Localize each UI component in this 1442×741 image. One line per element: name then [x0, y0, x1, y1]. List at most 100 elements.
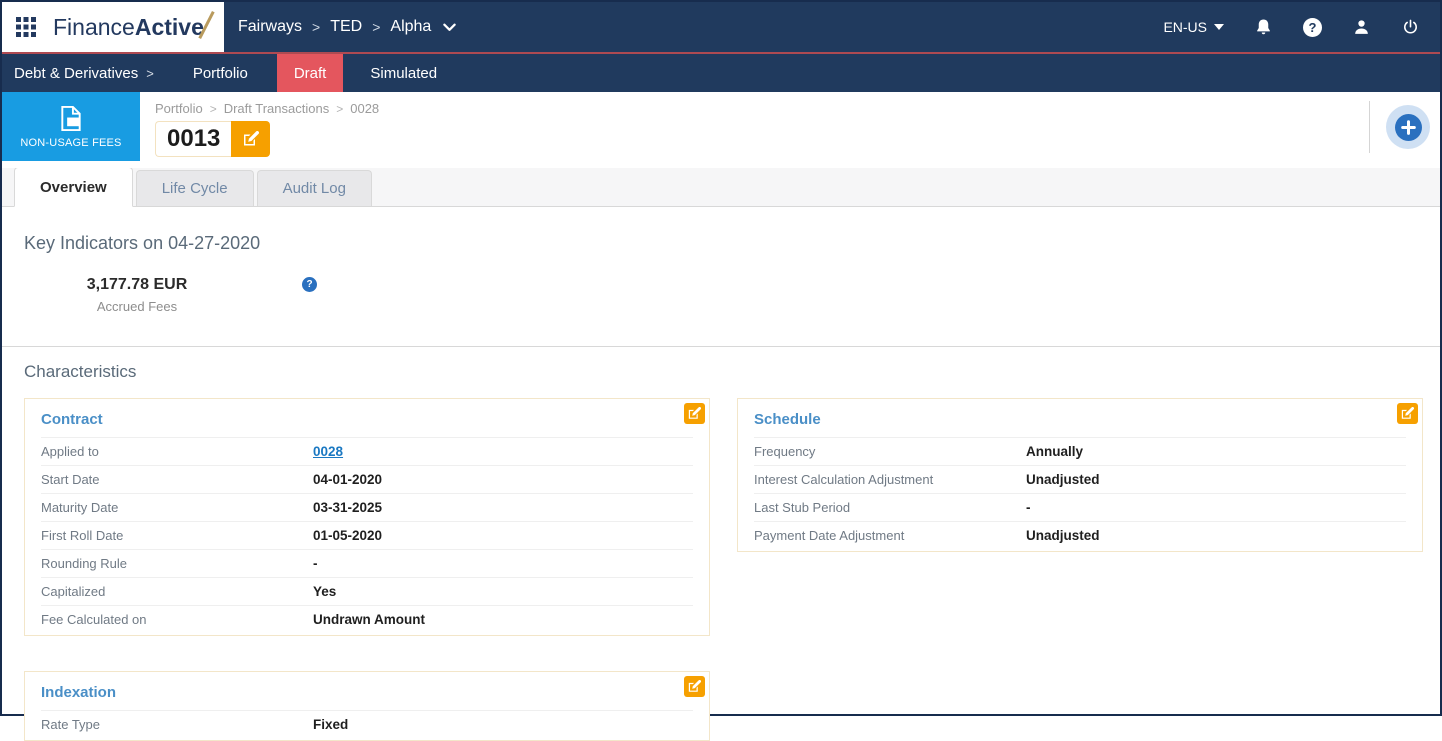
page-header-main: Portfolio > Draft Transactions > 0028 00… — [155, 92, 1440, 157]
key-indicators-row: 3,177.78 EUR Accrued Fees ? — [24, 276, 1418, 314]
vertical-divider — [1369, 101, 1370, 153]
chevron-down-icon[interactable] — [443, 23, 457, 32]
breadcrumb-separator: > — [312, 19, 321, 35]
row-value: - — [313, 556, 318, 571]
table-row: Applied to 0028 — [41, 437, 693, 465]
help-glyph: ? — [306, 279, 313, 290]
metric-help-icon[interactable]: ? — [302, 277, 317, 292]
logout-power-icon[interactable] — [1401, 18, 1420, 37]
module-nav-bar: Debt & Derivatives > Portfolio Draft Sim… — [2, 54, 1440, 92]
table-row: Fee Calculated on Undrawn Amount — [41, 605, 693, 633]
caret-down-icon — [1214, 24, 1224, 30]
table-row: Interest Calculation Adjustment Unadjust… — [754, 465, 1406, 493]
applied-to-link[interactable]: 0028 — [313, 444, 343, 459]
row-label: Capitalized — [41, 584, 106, 599]
edit-title-button[interactable] — [231, 121, 271, 157]
indexation-panel-title: Indexation — [41, 684, 117, 701]
nav-item-simulated[interactable]: Simulated — [349, 54, 458, 92]
tab-life-cycle[interactable]: Life Cycle — [135, 170, 254, 206]
tab-overview[interactable]: Overview — [14, 167, 133, 207]
top-bar: Finance Active Fairways > TED > Alpha EN-… — [2, 2, 1440, 52]
row-label: Interest Calculation Adjustment — [754, 472, 934, 487]
nav-section-arrow: > — [146, 65, 154, 81]
indexation-panel: Indexation Rate Type Fixed — [24, 671, 710, 741]
page-title: 0013 — [155, 121, 232, 157]
breadcrumb-separator: > — [336, 101, 344, 116]
table-row: Maturity Date 03-31-2025 — [41, 493, 693, 521]
schedule-panel-title: Schedule — [754, 411, 821, 428]
top-bar-actions: EN-US ? — [1163, 17, 1440, 37]
row-label: Rounding Rule — [41, 556, 128, 571]
language-label: EN-US — [1163, 19, 1207, 35]
row-value: 03-31-2025 — [313, 500, 383, 515]
row-value: Undrawn Amount — [313, 612, 425, 627]
help-icon[interactable]: ? — [1303, 17, 1322, 37]
nav-section-label: Debt & Derivatives — [14, 64, 139, 82]
app-grid-icon[interactable] — [15, 16, 37, 38]
breadcrumb-item-draft-transactions[interactable]: Draft Transactions — [224, 101, 330, 116]
row-label: Fee Calculated on — [41, 612, 147, 627]
pencil-square-icon — [1401, 407, 1414, 419]
logo-finance-text: Finance — [53, 13, 135, 40]
context-breadcrumb: Fairways > TED > Alpha — [238, 18, 457, 36]
table-row: Capitalized Yes — [41, 577, 693, 605]
table-row: Rounding Rule - — [41, 549, 693, 577]
plus-icon — [1394, 113, 1422, 141]
table-row: First Roll Date 01-05-2020 — [41, 521, 693, 549]
row-label: Start Date — [41, 472, 100, 487]
row-label: Applied to — [41, 444, 99, 459]
breadcrumb-item-portfolio[interactable]: Portfolio — [155, 101, 203, 116]
table-row: Start Date 04-01-2020 — [41, 465, 693, 493]
document-icon — [61, 105, 81, 131]
row-value: 01-05-2020 — [313, 528, 383, 543]
module-tile-label: NON-USAGE FEES — [20, 136, 122, 149]
page-header-actions — [1369, 101, 1430, 153]
edit-indexation-button[interactable] — [684, 676, 705, 697]
breadcrumb-separator: > — [372, 19, 381, 35]
key-indicators-section: Key Indicators on 04-27-2020 3,177.78 EU… — [2, 207, 1440, 347]
tab-audit-log[interactable]: Audit Log — [256, 170, 372, 206]
language-selector[interactable]: EN-US — [1163, 19, 1224, 35]
row-value: Unadjusted — [1026, 528, 1100, 543]
table-row: Last Stub Period - — [754, 493, 1406, 521]
logo-box: Finance Active — [2, 2, 224, 52]
schedule-panel: Schedule Frequency Annually Interest Cal… — [737, 398, 1423, 552]
row-value: Annually — [1026, 444, 1084, 459]
nav-item-portfolio[interactable]: Portfolio — [172, 54, 269, 92]
key-indicators-heading: Key Indicators on 04-27-2020 — [24, 233, 261, 253]
row-value: - — [1026, 500, 1031, 515]
table-row: Payment Date Adjustment Unadjusted — [754, 521, 1406, 549]
page-header: NON-USAGE FEES Portfolio > Draft Transac… — [2, 92, 1440, 168]
tab-bar: Overview Life Cycle Audit Log — [2, 167, 1440, 207]
page-title-row: 0013 — [155, 121, 1440, 157]
breadcrumb-item-ted[interactable]: TED — [330, 18, 362, 36]
table-row: Rate Type Fixed — [41, 710, 693, 738]
metric-value: 3,177.78 EUR — [86, 276, 188, 293]
finance-active-logo[interactable]: Finance Active — [53, 10, 215, 41]
characteristics-section: Characteristics Contract Applied to 0028… — [2, 347, 1440, 741]
logo-active-text: Active — [134, 13, 204, 40]
row-label: First Roll Date — [41, 528, 124, 543]
pencil-square-icon — [688, 407, 701, 419]
characteristics-panels: Contract Applied to 0028 Start Date 04-0… — [24, 398, 1440, 636]
add-button[interactable] — [1386, 105, 1430, 149]
row-label: Frequency — [754, 444, 816, 459]
contract-panel: Contract Applied to 0028 Start Date 04-0… — [24, 398, 710, 636]
edit-schedule-button[interactable] — [1397, 403, 1418, 424]
user-account-icon[interactable] — [1352, 18, 1371, 37]
accrued-fees-metric: 3,177.78 EUR Accrued Fees — [24, 276, 250, 314]
breadcrumb-item-0028[interactable]: 0028 — [350, 101, 379, 116]
row-label: Last Stub Period — [754, 500, 851, 515]
row-label: Rate Type — [41, 717, 101, 732]
notifications-bell-icon[interactable] — [1254, 17, 1273, 37]
breadcrumb-item-alpha[interactable]: Alpha — [390, 18, 431, 36]
row-value: Yes — [313, 584, 337, 599]
nav-section-debt-derivatives[interactable]: Debt & Derivatives > — [2, 54, 166, 92]
metric-label: Accrued Fees — [96, 299, 178, 314]
breadcrumb-item-fairways[interactable]: Fairways — [238, 18, 302, 36]
edit-contract-button[interactable] — [684, 403, 705, 424]
breadcrumb-separator: > — [209, 101, 217, 116]
contract-panel-title: Contract — [41, 411, 103, 428]
non-usage-fees-tile[interactable]: NON-USAGE FEES — [2, 92, 140, 161]
nav-item-draft[interactable]: Draft — [276, 54, 344, 92]
